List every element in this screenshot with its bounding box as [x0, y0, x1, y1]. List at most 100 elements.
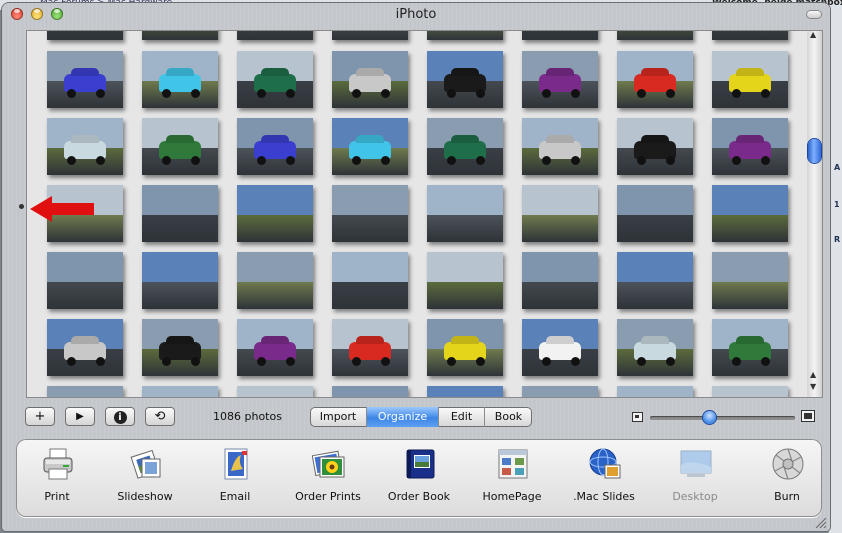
email-label: Email	[219, 490, 251, 503]
scroll-up-top-icon[interactable]: ▲	[810, 30, 816, 39]
photo-thumbnail[interactable]	[332, 319, 408, 376]
photo-thumbnail[interactable]	[237, 252, 313, 309]
photo-thumbnail[interactable]	[332, 51, 408, 108]
vertical-scrollbar[interactable]: ▲ ▲ ▼	[807, 30, 823, 398]
photo-thumbnail[interactable]	[617, 252, 693, 309]
photo-thumbnail[interactable]	[47, 386, 123, 397]
photo-thumbnail[interactable]	[522, 118, 598, 175]
photo-thumbnail[interactable]	[142, 386, 218, 397]
scroll-up-arrow-icon[interactable]: ▲	[810, 370, 816, 379]
photo-thumbnail[interactable]	[522, 185, 598, 242]
photo-thumbnail[interactable]	[237, 51, 313, 108]
email-button[interactable]: Email	[195, 445, 275, 513]
desktop-icon	[680, 450, 712, 477]
photo-thumbnail[interactable]	[47, 118, 123, 175]
photo-thumbnail[interactable]	[617, 386, 693, 397]
photo-grid-area[interactable]	[26, 30, 809, 398]
add-album-button[interactable]: +	[25, 407, 55, 426]
scrollbar-thumb[interactable]	[808, 139, 821, 163]
photo-thumbnail[interactable]	[47, 51, 123, 108]
photo-thumbnail[interactable]	[522, 51, 598, 108]
info-icon: i	[113, 411, 127, 424]
photo-thumbnail[interactable]	[522, 31, 598, 40]
photo-thumbnail[interactable]	[712, 252, 788, 309]
order-book-icon	[406, 449, 435, 479]
burn-button[interactable]: Burn	[747, 445, 827, 513]
title-bar[interactable]: iPhoto	[2, 3, 830, 27]
photo-thumbnail[interactable]	[237, 319, 313, 376]
photo-thumbnail[interactable]	[142, 252, 218, 309]
burn-icon	[772, 448, 804, 480]
burn-label: Burn	[774, 490, 800, 503]
print-button[interactable]: Print	[17, 445, 97, 513]
order-prints-button[interactable]: Order Prints	[288, 445, 368, 513]
rotate-button[interactable]: ⟲	[145, 407, 175, 426]
photo-thumbnail[interactable]	[142, 185, 218, 242]
photo-thumbnail[interactable]	[522, 319, 598, 376]
photo-thumbnail[interactable]	[237, 118, 313, 175]
photo-thumbnail[interactable]	[712, 319, 788, 376]
photo-thumbnail[interactable]	[712, 51, 788, 108]
zoom-small-icon	[632, 412, 643, 422]
tools-bar: Print Slideshow Email Order Prints Order…	[16, 439, 822, 517]
photo-count: 1086 photos	[213, 410, 282, 423]
photo-thumbnail[interactable]	[427, 118, 503, 175]
info-button[interactable]: i	[105, 407, 135, 426]
mode-import-button[interactable]: Import	[310, 407, 367, 427]
photo-thumbnail[interactable]	[617, 51, 693, 108]
photo-thumbnail[interactable]	[47, 319, 123, 376]
photo-thumbnail[interactable]	[427, 51, 503, 108]
photo-thumbnail[interactable]	[142, 51, 218, 108]
photo-thumbnail[interactable]	[522, 252, 598, 309]
scroll-down-arrow-icon[interactable]: ▼	[810, 382, 816, 391]
photo-thumbnail[interactable]	[237, 31, 313, 40]
mac-slides-button[interactable]: .Mac Slides	[564, 445, 644, 513]
photo-thumbnail[interactable]	[617, 319, 693, 376]
photo-thumbnail[interactable]	[332, 185, 408, 242]
photo-thumbnail[interactable]	[332, 31, 408, 40]
background-mark: A	[834, 163, 841, 172]
photo-thumbnail[interactable]	[332, 118, 408, 175]
zoom-slider-knob[interactable]	[703, 411, 717, 424]
photo-thumbnail[interactable]	[142, 319, 218, 376]
background-window: A 1 R	[828, 10, 842, 533]
homepage-button[interactable]: HomePage	[472, 445, 552, 513]
mode-book-button[interactable]: Book	[485, 407, 532, 427]
homepage-icon	[498, 449, 528, 479]
toolbar-toggle-button[interactable]	[806, 10, 822, 19]
photo-thumbnail[interactable]	[712, 118, 788, 175]
photo-thumbnail[interactable]	[332, 386, 408, 397]
photo-thumbnail[interactable]	[237, 386, 313, 397]
photo-thumbnail[interactable]	[617, 185, 693, 242]
mode-organize-button[interactable]: Organize	[367, 407, 439, 427]
photo-thumbnail[interactable]	[427, 31, 503, 40]
photo-thumbnail[interactable]	[237, 185, 313, 242]
photo-thumbnail[interactable]	[427, 386, 503, 397]
zoom-slider-track[interactable]	[650, 416, 795, 420]
photo-thumbnail[interactable]	[332, 252, 408, 309]
photo-thumbnail[interactable]	[712, 386, 788, 397]
slideshow-label: Slideshow	[117, 490, 173, 503]
slideshow-button[interactable]: Slideshow	[105, 445, 185, 513]
photo-thumbnail[interactable]	[47, 252, 123, 309]
desktop-label: Desktop	[672, 490, 718, 503]
photo-thumbnail[interactable]	[522, 386, 598, 397]
order-book-button[interactable]: Order Book	[379, 445, 459, 513]
photo-thumbnail[interactable]	[142, 118, 218, 175]
photo-thumbnail[interactable]	[427, 252, 503, 309]
photo-thumbnail[interactable]	[427, 319, 503, 376]
red-arrow-icon	[30, 196, 94, 222]
desktop-button[interactable]: Desktop	[655, 445, 735, 513]
photo-thumbnail[interactable]	[142, 31, 218, 40]
resize-grip-icon[interactable]	[814, 517, 828, 529]
mode-edit-button[interactable]: Edit	[439, 407, 485, 427]
play-slideshow-button[interactable]: ▶	[65, 407, 95, 426]
photo-thumbnail[interactable]	[47, 31, 123, 40]
order-prints-icon	[312, 450, 345, 478]
photo-thumbnail[interactable]	[712, 185, 788, 242]
photo-thumbnail[interactable]	[617, 31, 693, 40]
photo-thumbnail[interactable]	[427, 185, 503, 242]
photo-thumbnail[interactable]	[617, 118, 693, 175]
slideshow-icon	[130, 449, 161, 479]
photo-thumbnail[interactable]	[712, 31, 788, 40]
